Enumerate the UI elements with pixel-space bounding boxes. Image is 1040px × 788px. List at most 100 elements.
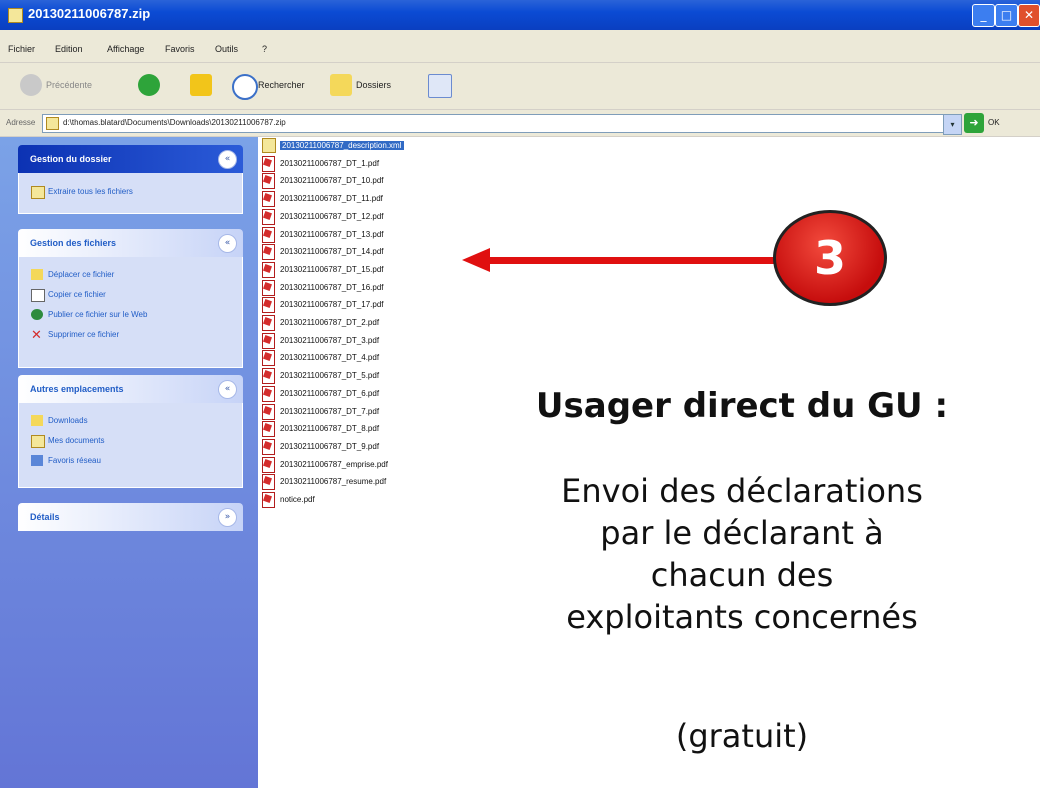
- folders-button[interactable]: Dossiers: [330, 74, 415, 98]
- details-panel: Détails »: [18, 503, 243, 531]
- folder-tasks-header[interactable]: Gestion du dossier «: [18, 145, 243, 173]
- file-row[interactable]: 20130211006787_DT_14.pdf: [262, 243, 482, 261]
- zip-folder-icon: [8, 8, 23, 23]
- collapse-chevron-icon[interactable]: «: [218, 234, 237, 253]
- pdf-file-icon: [262, 315, 275, 331]
- pdf-file-icon: [262, 279, 275, 296]
- file-name: 20130211006787_emprise.pdf: [280, 459, 388, 469]
- menu-help[interactable]: ?: [262, 44, 267, 54]
- file-name: 20130211006787_DT_3.pdf: [280, 335, 380, 345]
- explorer-window: 20130211006787.zip _ □ ✕ Fichier Edition…: [0, 0, 1040, 788]
- collapse-chevron-icon[interactable]: «: [218, 150, 237, 169]
- pdf-file-icon: [262, 403, 275, 420]
- step-badge: 3: [773, 210, 887, 306]
- go-arrow-icon[interactable]: ➜: [964, 113, 984, 133]
- pdf-file-icon: [262, 368, 275, 385]
- file-row[interactable]: 20130211006787_DT_1.pdf: [262, 155, 482, 172]
- maximize-button[interactable]: □: [995, 4, 1018, 27]
- pdf-file-icon: [262, 244, 275, 261]
- close-button[interactable]: ✕: [1018, 4, 1040, 27]
- views-button[interactable]: [428, 74, 458, 98]
- file-row[interactable]: 20130211006787_DT_6.pdf: [262, 385, 482, 402]
- file-row[interactable]: 20130211006787_DT_17.pdf: [262, 296, 482, 314]
- file-row[interactable]: 20130211006787_DT_16.pdf: [262, 279, 482, 296]
- folders-icon: [330, 74, 352, 96]
- file-name: 20130211006787_DT_15.pdf: [280, 264, 384, 274]
- file-row[interactable]: 20130211006787_emprise.pdf: [262, 456, 482, 473]
- file-row[interactable]: 20130211006787_resume.pdf: [262, 473, 482, 491]
- slide-body: Envoi des déclarations par le déclarant …: [462, 470, 1022, 638]
- file-row[interactable]: 20130211006787_description.xml: [262, 137, 482, 154]
- slide-line: chacun des: [650, 556, 834, 594]
- file-row[interactable]: 20130211006787_DT_3.pdf: [262, 332, 482, 349]
- address-dropdown-button[interactable]: ▾: [943, 114, 962, 135]
- forward-arrow-icon: [138, 74, 160, 96]
- menu-edition[interactable]: Edition: [55, 44, 83, 54]
- slide-line: exploitants concernés: [566, 598, 918, 636]
- file-row[interactable]: 20130211006787_DT_4.pdf: [262, 349, 482, 367]
- file-row[interactable]: 20130211006787_DT_5.pdf: [262, 367, 482, 385]
- extract-icon: [31, 186, 45, 199]
- pdf-file-icon: [262, 155, 275, 172]
- back-arrow-icon: [20, 74, 42, 96]
- file-row[interactable]: 20130211006787_DT_8.pdf: [262, 420, 482, 438]
- menu-outils[interactable]: Outils: [215, 44, 238, 54]
- other-places-header[interactable]: Autres emplacements «: [18, 375, 243, 403]
- slide-line: par le déclarant à: [600, 514, 884, 552]
- zip-folder-icon: [46, 117, 59, 130]
- forward-button[interactable]: [138, 74, 178, 98]
- address-label: Adresse: [6, 118, 36, 127]
- file-name: 20130211006787_DT_17.pdf: [280, 300, 384, 310]
- menu-bar: Fichier Edition Affichage Favoris Outils…: [0, 30, 1040, 84]
- other-places-body: Downloads Mes documents Favoris réseau: [18, 403, 243, 488]
- pdf-file-icon: [262, 208, 275, 225]
- file-name: 20130211006787_DT_4.pdf: [280, 353, 380, 363]
- file-row[interactable]: notice.pdf: [262, 491, 482, 508]
- folder-icon: [31, 415, 43, 426]
- go-button[interactable]: OK: [988, 118, 1000, 127]
- collapse-chevron-icon[interactable]: «: [218, 380, 237, 399]
- file-row[interactable]: 20130211006787_DT_9.pdf: [262, 438, 482, 455]
- network-icon: [31, 455, 43, 466]
- up-folder-button[interactable]: [190, 74, 218, 98]
- toolbar: Précédente Rechercher Dossiers: [0, 63, 1040, 110]
- slide-note: (gratuit): [675, 717, 809, 755]
- file-name: 20130211006787_DT_5.pdf: [280, 371, 380, 381]
- file-name: 20130211006787_DT_2.pdf: [280, 318, 380, 327]
- expand-chevron-icon[interactable]: »: [218, 508, 237, 527]
- menu-affichage[interactable]: Affichage: [107, 44, 144, 54]
- back-button[interactable]: Précédente: [20, 74, 125, 98]
- file-name: 20130211006787_DT_16.pdf: [280, 282, 384, 292]
- window-title: 20130211006787.zip: [28, 6, 151, 21]
- file-row[interactable]: 20130211006787_DT_13.pdf: [262, 226, 482, 243]
- folder-tasks-body: Extraire tous les fichiers: [18, 173, 243, 214]
- title-bar[interactable]: 20130211006787.zip _ □ ✕: [0, 0, 1040, 30]
- file-tasks-body: Déplacer ce fichier Copier ce fichier Pu…: [18, 257, 243, 368]
- details-header[interactable]: Détails »: [18, 503, 243, 531]
- file-row[interactable]: 20130211006787_DT_2.pdf: [262, 314, 482, 331]
- minimize-button[interactable]: _: [972, 4, 995, 27]
- task-pane: Gestion du dossier « Extraire tous les f…: [0, 137, 258, 788]
- menu-fichier[interactable]: Fichier: [8, 44, 35, 54]
- menu-favoris[interactable]: Favoris: [165, 44, 195, 54]
- address-input[interactable]: d:\thomas.blatard\Documents\Downloads\20…: [42, 114, 944, 133]
- file-name: 20130211006787_DT_9.pdf: [280, 441, 380, 451]
- pdf-file-icon: [262, 456, 275, 473]
- file-name: 20130211006787_DT_1.pdf: [280, 158, 380, 168]
- file-row[interactable]: 20130211006787_DT_11.pdf: [262, 190, 482, 208]
- search-icon: [232, 74, 258, 100]
- pdf-file-icon: [262, 226, 275, 243]
- delete-x-icon: ✕: [31, 327, 42, 342]
- xml-file-icon: [262, 138, 276, 153]
- search-button[interactable]: Rechercher: [232, 74, 322, 100]
- file-row[interactable]: 20130211006787_DT_10.pdf: [262, 172, 482, 190]
- file-tasks-header[interactable]: Gestion des fichiers «: [18, 229, 243, 257]
- copy-icon: [31, 289, 45, 302]
- file-name: 20130211006787_DT_13.pdf: [280, 229, 384, 239]
- file-row[interactable]: 20130211006787_DT_15.pdf: [262, 261, 482, 278]
- pdf-file-icon: [262, 191, 275, 208]
- file-row[interactable]: 20130211006787_DT_7.pdf: [262, 403, 482, 420]
- pdf-file-icon: [262, 297, 275, 314]
- file-name: 20130211006787_DT_8.pdf: [280, 424, 380, 434]
- file-row[interactable]: 20130211006787_DT_12.pdf: [262, 208, 482, 225]
